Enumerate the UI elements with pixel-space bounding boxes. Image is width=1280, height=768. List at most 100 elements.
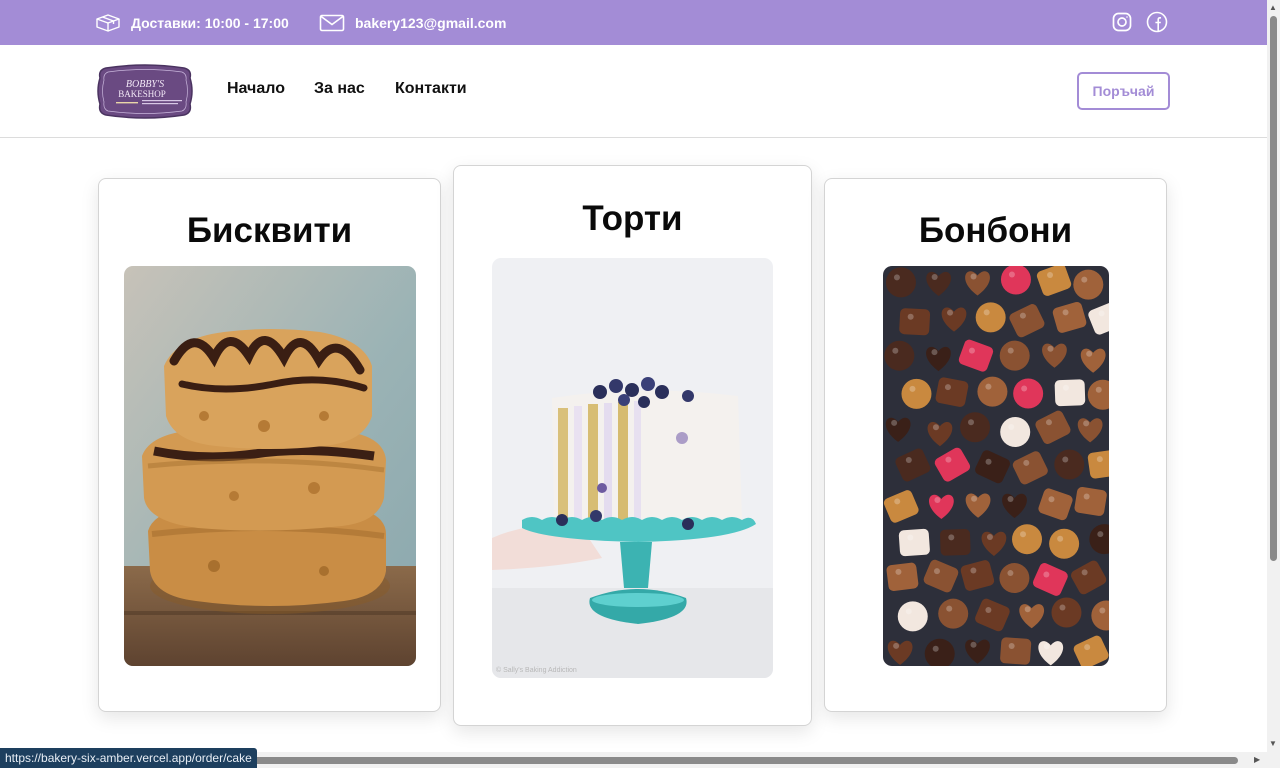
bonbon-highlight — [1057, 535, 1064, 542]
bonbon-highlight — [1095, 386, 1102, 393]
contact-email-text: bakery123@gmail.com — [355, 14, 507, 31]
category-card-cakes[interactable]: Торти © Sally's Baking Addiction — [453, 165, 812, 726]
vertical-scroll-thumb[interactable] — [1270, 16, 1277, 561]
nav-link-home[interactable]: Начало — [227, 80, 285, 98]
bonbon-highlight — [933, 568, 940, 575]
card-title: Бонбони — [918, 211, 1073, 250]
bonbon-piece — [1054, 449, 1085, 480]
bonbon-highlight — [932, 645, 939, 652]
link-status-url: https://bakery-six-amber.vercel.app/orde… — [0, 748, 257, 768]
bonbon-piece — [898, 528, 930, 557]
horizontal-scroll-thumb[interactable] — [170, 757, 1238, 764]
bonbon-piece — [901, 378, 932, 409]
bonbon-piece — [1087, 449, 1109, 479]
scroll-down-arrow-icon[interactable]: ▼ — [1269, 740, 1277, 748]
bonbon-piece — [975, 302, 1006, 333]
bonbon-highlight — [909, 385, 916, 392]
instagram-icon[interactable] — [1111, 11, 1133, 33]
bonbons-image[interactable] — [883, 266, 1109, 666]
page: Доставки: 10:00 - 17:00 bakery123@gmail.… — [0, 0, 1280, 768]
contact-email[interactable]: bakery123@gmail.com — [319, 0, 506, 45]
bonbon-highlight — [893, 274, 900, 281]
scroll-up-arrow-icon[interactable]: ▲ — [1269, 4, 1277, 12]
bonbon-highlight — [905, 608, 912, 615]
bonbon-highlight — [907, 313, 914, 320]
bonbon-piece — [1051, 597, 1082, 628]
bonbon-highlight — [932, 424, 939, 431]
bonbon-highlight — [968, 347, 975, 354]
bakeshop-logo[interactable]: BOBBY'S BAKESHOP — [96, 64, 194, 119]
bonbon-highlight — [1007, 347, 1014, 354]
facebook-icon[interactable] — [1146, 11, 1168, 33]
bonbon-highlight — [1084, 644, 1091, 651]
bonbon-highlight — [1086, 350, 1093, 357]
bonbon-highlight — [1048, 496, 1055, 503]
bonbon-piece — [897, 601, 928, 632]
bonbon-highlight — [1097, 531, 1104, 538]
bonbon-highlight — [1024, 606, 1031, 613]
category-card-bonbons[interactable]: Бонбони — [824, 178, 1167, 712]
bonbon-piece — [1054, 379, 1086, 407]
bonbon-highlight — [1008, 271, 1015, 278]
cake-image[interactable]: © Sally's Baking Addiction — [492, 258, 773, 678]
bonbon-piece — [960, 412, 991, 443]
bonbon-piece — [1000, 637, 1032, 665]
bonbon-highlight — [1007, 570, 1014, 577]
category-card-cookies[interactable]: Бисквити — [98, 178, 441, 712]
bonbon-piece — [1012, 524, 1043, 555]
card-title: Торти — [582, 199, 683, 238]
mail-icon — [319, 14, 345, 32]
bonbon-highlight — [983, 309, 990, 316]
nav-link-about[interactable]: За нас — [314, 80, 365, 98]
bonbon-highlight — [947, 309, 954, 316]
bonbon-highlight — [1019, 312, 1026, 319]
bonbon-highlight — [986, 533, 993, 540]
bonbon-highlight — [1062, 384, 1069, 391]
bonbon-highlight — [893, 642, 900, 649]
bonbon-highlight — [1059, 604, 1066, 611]
bonbon-piece — [1073, 269, 1104, 300]
bonbon-highlight — [968, 419, 975, 426]
bonbon-highlight — [985, 383, 992, 390]
bonbon-piece — [884, 340, 915, 371]
bonbon-highlight — [1047, 345, 1054, 352]
bonbon-highlight — [934, 496, 941, 503]
scroll-right-arrow-icon[interactable]: ▶ — [1254, 756, 1260, 764]
bonbon-piece — [885, 267, 916, 298]
bonbon-highlight — [970, 273, 977, 280]
bonbon-highlight — [1020, 531, 1027, 538]
top-info-bar: Доставки: 10:00 - 17:00 bakery123@gmail.… — [0, 0, 1267, 45]
bonbon-highlight — [931, 274, 938, 281]
bonbon-highlight — [985, 458, 992, 465]
bonbon-piece — [899, 308, 931, 336]
bonbon-piece — [1074, 486, 1107, 516]
bonbon-piece — [938, 598, 969, 629]
bonbon-piece — [977, 376, 1008, 407]
box-icon — [95, 13, 121, 33]
nav-link-contacts[interactable]: Контакти — [395, 80, 467, 98]
bonbon-highlight — [970, 641, 977, 648]
bonbon-piece — [940, 528, 971, 556]
bonbon-highlight — [1043, 571, 1050, 578]
cookies-image[interactable] — [124, 266, 416, 666]
bonbon-highlight — [1062, 309, 1069, 316]
bonbon-highlight — [1098, 310, 1105, 317]
bonbon-highlight — [1083, 420, 1090, 427]
bonbon-highlight — [948, 534, 955, 541]
bonbon-piece — [1000, 416, 1031, 447]
bonbon-highlight — [1007, 495, 1014, 502]
bonbon-highlight — [895, 568, 902, 575]
bonbon-piece — [999, 563, 1030, 594]
svg-text:BAKESHOP: BAKESHOP — [118, 89, 166, 99]
delivery-hours: Доставки: 10:00 - 17:00 — [95, 0, 289, 45]
bonbon-highlight — [945, 456, 952, 463]
bonbon-highlight — [1081, 276, 1088, 283]
bonbon-highlight — [1021, 385, 1028, 392]
delivery-hours-text: Доставки: 10:00 - 17:00 — [131, 14, 289, 31]
bonbon-highlight — [1062, 456, 1069, 463]
vertical-scrollbar[interactable]: ▲ ▼ — [1267, 0, 1280, 752]
bonbon-highlight — [905, 456, 912, 463]
order-button[interactable]: Поръчай — [1077, 72, 1170, 110]
bonbon-piece — [886, 562, 919, 591]
bonbon-highlight — [931, 349, 938, 356]
